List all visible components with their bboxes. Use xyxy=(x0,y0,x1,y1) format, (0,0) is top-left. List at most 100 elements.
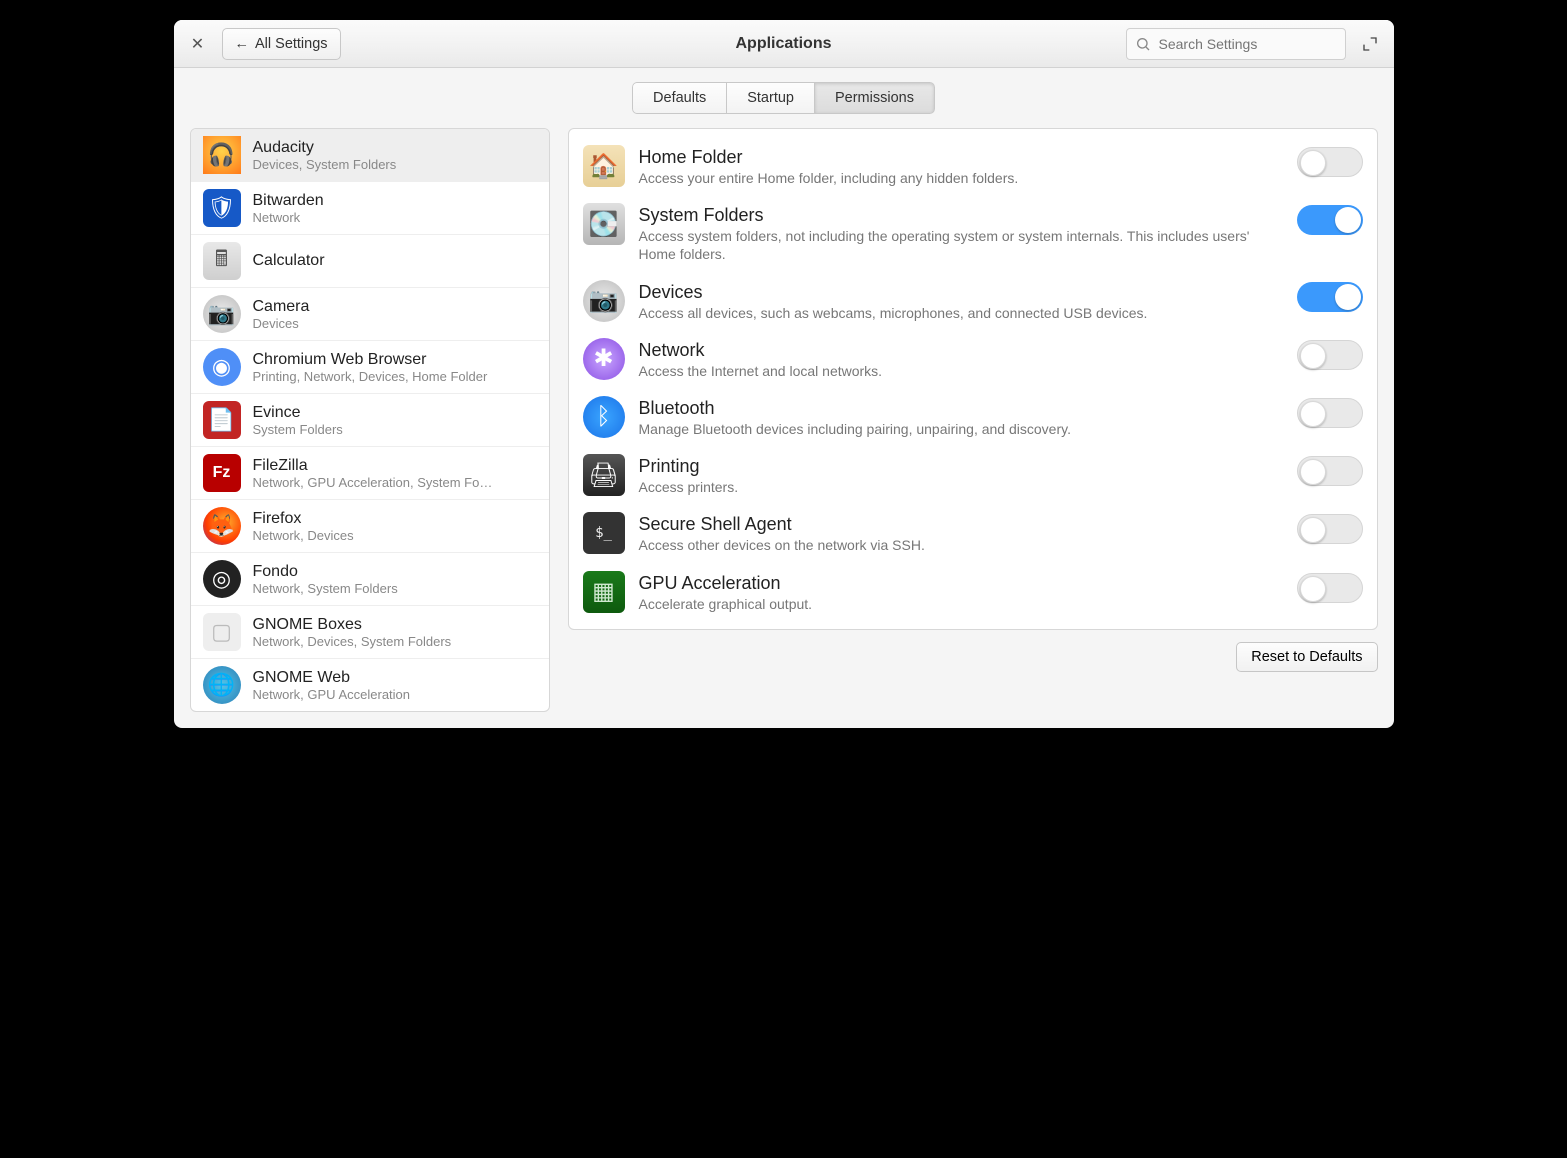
back-arrow-icon: ← xyxy=(235,36,250,52)
permission-toggle-bluetooth[interactable] xyxy=(1297,398,1363,428)
app-row-filezilla[interactable]: Fz FileZilla Network, GPU Acceleration, … xyxy=(191,447,549,500)
app-row-fondo[interactable]: ◎ Fondo Network, System Folders xyxy=(191,553,549,606)
search-container[interactable] xyxy=(1126,28,1346,60)
app-subtitle: Network, GPU Acceleration, System Fo… xyxy=(253,475,537,490)
app-name: Camera xyxy=(253,298,537,316)
permission-toggle-gpu[interactable] xyxy=(1297,573,1363,603)
permission-row-bluetooth: ᛒ Bluetooth Manage Bluetooth devices inc… xyxy=(579,388,1367,446)
app-row-chromium-web-browser[interactable]: ◉ Chromium Web Browser Printing, Network… xyxy=(191,341,549,394)
all-settings-button[interactable]: ← All Settings xyxy=(222,28,341,60)
app-name: Firefox xyxy=(253,510,537,528)
tab-row: Defaults Startup Permissions xyxy=(174,68,1394,128)
app-icon: ◉ xyxy=(203,348,241,386)
permission-title: Bluetooth xyxy=(639,398,1283,419)
app-row-gnome-web[interactable]: 🌐 GNOME Web Network, GPU Acceleration xyxy=(191,659,549,711)
app-name: GNOME Web xyxy=(253,669,537,687)
app-subtitle: System Folders xyxy=(253,422,537,437)
permission-description: Accelerate graphical output. xyxy=(639,595,1283,613)
system-icon: 💽 xyxy=(583,203,625,245)
app-subtitle: Devices xyxy=(253,316,537,331)
app-text: Evince System Folders xyxy=(253,404,537,437)
toggle-knob xyxy=(1335,207,1361,233)
app-text: GNOME Web Network, GPU Acceleration xyxy=(253,669,537,702)
toggle-knob xyxy=(1300,459,1326,485)
tab-defaults[interactable]: Defaults xyxy=(632,82,727,114)
app-row-gnome-boxes[interactable]: ▢ GNOME Boxes Network, Devices, System F… xyxy=(191,606,549,659)
app-subtitle: Devices, System Folders xyxy=(253,157,537,172)
permission-row-printing: 🖨 Printing Access printers. xyxy=(579,446,1367,504)
app-name: Evince xyxy=(253,404,537,422)
app-text: Camera Devices xyxy=(253,298,537,331)
permission-title: Printing xyxy=(639,456,1283,477)
app-name: GNOME Boxes xyxy=(253,616,537,634)
permission-toggle-system[interactable] xyxy=(1297,205,1363,235)
permission-title: Network xyxy=(639,340,1283,361)
permission-description: Access other devices on the network via … xyxy=(639,536,1283,554)
all-settings-label: All Settings xyxy=(255,36,328,52)
app-text: FileZilla Network, GPU Acceleration, Sys… xyxy=(253,457,537,490)
app-icon: 🖩 xyxy=(203,242,241,280)
footer-row: Reset to Defaults xyxy=(568,642,1378,672)
toggle-knob xyxy=(1300,576,1326,602)
app-text: Calculator xyxy=(253,252,537,270)
ssh-icon: $_ xyxy=(583,512,625,554)
permission-toggle-ssh[interactable] xyxy=(1297,514,1363,544)
maximize-icon xyxy=(1362,36,1378,52)
app-name: Fondo xyxy=(253,563,537,581)
toggle-knob xyxy=(1300,517,1326,543)
settings-window: ✕ ← All Settings Applications Defaults S… xyxy=(174,20,1394,728)
app-row-calculator[interactable]: 🖩 Calculator xyxy=(191,235,549,288)
app-icon: 📷 xyxy=(203,295,241,333)
permission-title: Secure Shell Agent xyxy=(639,514,1283,535)
maximize-button[interactable] xyxy=(1356,30,1384,58)
permission-text: Devices Access all devices, such as webc… xyxy=(639,280,1283,322)
app-name: Chromium Web Browser xyxy=(253,351,537,369)
permission-title: GPU Acceleration xyxy=(639,573,1283,594)
app-subtitle: Network, Devices xyxy=(253,528,537,543)
reset-to-defaults-button[interactable]: Reset to Defaults xyxy=(1236,642,1377,672)
app-text: Audacity Devices, System Folders xyxy=(253,139,537,172)
permission-text: GPU Acceleration Accelerate graphical ou… xyxy=(639,571,1283,613)
bluetooth-icon: ᛒ xyxy=(583,396,625,438)
app-text: Chromium Web Browser Printing, Network, … xyxy=(253,351,537,384)
segmented-tabs: Defaults Startup Permissions xyxy=(632,82,935,114)
permission-text: Bluetooth Manage Bluetooth devices inclu… xyxy=(639,396,1283,438)
app-row-camera[interactable]: 📷 Camera Devices xyxy=(191,288,549,341)
permission-text: Home Folder Access your entire Home fold… xyxy=(639,145,1283,187)
gpu-icon: ▦ xyxy=(583,571,625,613)
search-input[interactable] xyxy=(1157,35,1337,53)
app-row-audacity[interactable]: 🎧 Audacity Devices, System Folders xyxy=(191,129,549,182)
app-row-bitwarden[interactable]: 🛡 Bitwarden Network xyxy=(191,182,549,235)
toggle-knob xyxy=(1300,401,1326,427)
permission-description: Access printers. xyxy=(639,478,1283,496)
permission-row-gpu: ▦ GPU Acceleration Accelerate graphical … xyxy=(579,563,1367,621)
permission-toggle-devices[interactable] xyxy=(1297,282,1363,312)
app-subtitle: Printing, Network, Devices, Home Folder xyxy=(253,369,537,384)
permission-row-system: 💽 System Folders Access system folders, … xyxy=(579,195,1367,271)
permission-title: Devices xyxy=(639,282,1283,303)
app-name: Bitwarden xyxy=(253,192,537,210)
permission-description: Manage Bluetooth devices including pairi… xyxy=(639,420,1283,438)
tab-startup[interactable]: Startup xyxy=(727,82,815,114)
app-text: Firefox Network, Devices xyxy=(253,510,537,543)
permission-text: Printing Access printers. xyxy=(639,454,1283,496)
permission-title: Home Folder xyxy=(639,147,1283,168)
app-icon: 🦊 xyxy=(203,507,241,545)
toggle-knob xyxy=(1300,343,1326,369)
permission-toggle-printing[interactable] xyxy=(1297,456,1363,486)
permission-toggle-home[interactable] xyxy=(1297,147,1363,177)
app-subtitle: Network, Devices, System Folders xyxy=(253,634,537,649)
app-subtitle: Network, GPU Acceleration xyxy=(253,687,537,702)
headerbar: ✕ ← All Settings Applications xyxy=(174,20,1394,68)
app-row-firefox[interactable]: 🦊 Firefox Network, Devices xyxy=(191,500,549,553)
close-button[interactable]: ✕ xyxy=(184,30,212,58)
permission-toggle-network[interactable] xyxy=(1297,340,1363,370)
permission-row-ssh: $_ Secure Shell Agent Access other devic… xyxy=(579,504,1367,562)
permission-description: Access the Internet and local networks. xyxy=(639,362,1283,380)
app-icon: 🎧 xyxy=(203,136,241,174)
permission-row-devices: 📷 Devices Access all devices, such as we… xyxy=(579,272,1367,330)
app-row-evince[interactable]: 📄 Evince System Folders xyxy=(191,394,549,447)
tab-permissions[interactable]: Permissions xyxy=(815,82,935,114)
app-list[interactable]: 🎧 Audacity Devices, System Folders 🛡 Bit… xyxy=(190,128,550,712)
main-content: 🎧 Audacity Devices, System Folders 🛡 Bit… xyxy=(174,128,1394,728)
